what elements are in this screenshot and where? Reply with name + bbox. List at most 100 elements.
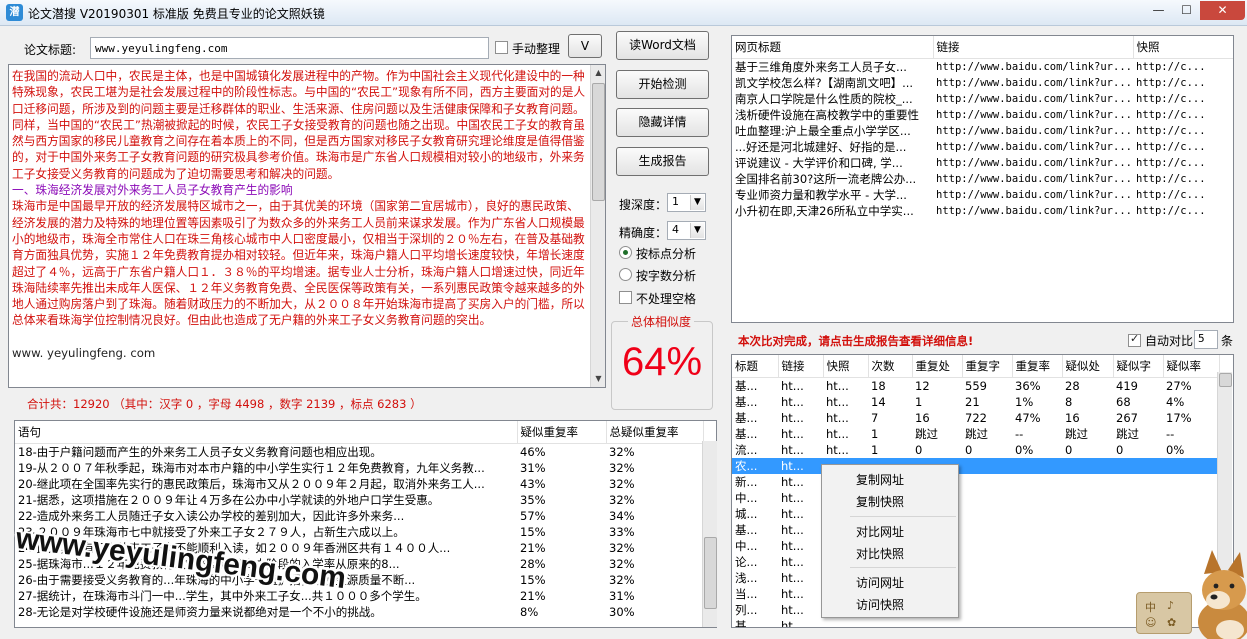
col-header[interactable]: 快照	[1133, 36, 1233, 59]
result-row[interactable]: 新... ht...	[732, 474, 1219, 490]
start-check-button[interactable]: 开始检测	[616, 70, 709, 99]
toolbox-item[interactable]: 中	[1145, 599, 1156, 615]
maximize-button[interactable]: ☐	[1173, 1, 1200, 20]
result-cell	[1012, 618, 1062, 627]
article-scrollbar[interactable]: ▲ ▼	[590, 65, 605, 387]
col-header[interactable]: 链接	[933, 36, 1134, 59]
result-cell: 4%	[1166, 395, 1185, 409]
scroll-down-icon[interactable]: ▼	[591, 371, 606, 386]
col-header[interactable]: 网页标题	[732, 36, 934, 59]
sentence-row[interactable]: 26-由于需要接受义务教育的...年珠海的中小学一直扩招，致使生源质量不断...…	[15, 572, 703, 588]
menu-compare-url[interactable]: 对比网址	[856, 523, 904, 540]
flower-icon[interactable]: ✿	[1167, 616, 1176, 629]
col-header[interactable]: 链接	[778, 355, 824, 378]
webpage-row[interactable]: 南京人口学院是什么性质的院校_... http://www.baidu.com/l…	[732, 91, 1233, 107]
result-row[interactable]: 流... ht... ht... 1 0 0 0% 0 0 0%	[732, 442, 1219, 458]
sentence-row[interactable]: 19-从２００７年秋季起，珠海市对本市户籍的中小学生实行１２年免费教育，九年义务…	[15, 460, 703, 476]
col-header[interactable]: 次数	[868, 355, 913, 378]
col-header[interactable]: 疑似处	[1062, 355, 1114, 378]
result-row[interactable]: 浅... ht...	[732, 570, 1219, 586]
rate-cell: 32%	[609, 461, 635, 475]
webpage-row[interactable]: 凯文学校怎么样?【湖南凯文吧】... http://www.baidu.com/l…	[732, 75, 1233, 91]
result-cell: --	[1166, 427, 1175, 441]
ime-toolbox[interactable]: 中 ♪ ☺ ✿	[1136, 592, 1192, 634]
webpage-row[interactable]: 浅析硬件设施在高校教学中的重要性 http://www.baidu.com/lin…	[732, 107, 1233, 123]
sentence-scrollbar[interactable]	[702, 441, 717, 627]
article-text[interactable]: 在我国的流动人口中，农民是主体，也是中国城镇化发展进程中的产物。作为中国社会主义…	[10, 66, 590, 386]
auto-compare-count[interactable]: 5	[1194, 330, 1218, 349]
scroll-thumb[interactable]	[592, 83, 605, 201]
scroll-up-icon[interactable]: ▲	[591, 65, 606, 80]
webpage-row[interactable]: 全国排名前30?这所一流老牌公办... http://www.baidu.com/…	[732, 171, 1233, 187]
by-char-radio[interactable]	[619, 268, 632, 281]
minimize-button[interactable]: —	[1145, 1, 1172, 20]
col-header[interactable]: 快照	[823, 355, 869, 378]
webpage-row[interactable]: 基于三维角度外来务工人员子女... http://www.baidu.com/li…	[732, 59, 1233, 76]
app-icon: 潜	[6, 4, 23, 21]
music-icon[interactable]: ♪	[1167, 599, 1174, 612]
by-punct-radio[interactable]	[619, 246, 632, 259]
result-row[interactable]: 基... ht...	[732, 522, 1219, 538]
scroll-thumb[interactable]	[1219, 373, 1232, 387]
title-input[interactable]: www.yeyulingfeng.com	[90, 37, 489, 59]
read-word-button[interactable]: 读Word文档	[616, 31, 709, 60]
result-row[interactable]: 中... ht...	[732, 490, 1219, 506]
link-cell: http://www.baidu.com/link?ur...	[936, 61, 1132, 73]
result-row[interactable]: 基... ht... ht... 14 1 21 1% 8 68 4%	[732, 394, 1219, 410]
manual-checkbox[interactable]	[495, 41, 508, 54]
col-header[interactable]: 重复率	[1012, 355, 1063, 378]
col-header[interactable]: 疑似率	[1163, 355, 1220, 378]
menu-compare-snapshot[interactable]: 对比快照	[856, 545, 904, 562]
no-space-checkbox[interactable]	[619, 291, 632, 304]
result-row[interactable]: 基... ht... ht... 1 跳过 跳过 -- 跳过 跳过 --	[732, 426, 1219, 442]
webpage-row[interactable]: 吐血整理:沪上最全重点小学学区... http://www.baidu.com/l…	[732, 123, 1233, 139]
rate-cell: 21%	[520, 589, 546, 603]
webpage-row[interactable]: 评说建议 - 大学评价和口碑, 学... http://www.baidu.com…	[732, 155, 1233, 171]
sentence-row[interactable]: 21-据悉，这项措施在２００９年让４万多在公办中小学就读的外地户口学生受惠。 35…	[15, 492, 703, 508]
page-title-cell: 浅析硬件设施在高校教学中的重要性	[735, 108, 919, 122]
scroll-thumb[interactable]	[704, 537, 717, 609]
snapshot-cell: http://c...	[1136, 93, 1206, 105]
result-row[interactable]: 中... ht...	[732, 538, 1219, 554]
menu-visit-snapshot[interactable]: 访问快照	[856, 596, 904, 613]
webpage-table[interactable]: 网页标题 链接 快照 基于三维角度外来务工人员子女... http://www.b…	[731, 35, 1234, 323]
webpage-row[interactable]: 小升初在即,天津26所私立中学实... http://www.baidu.com/…	[732, 203, 1233, 219]
webpage-row[interactable]: ...好还是河北城建好、好指的是... http://www.baidu.com/…	[732, 139, 1233, 155]
col-header[interactable]: 总疑似重复率	[606, 421, 704, 444]
title-dropdown-button[interactable]: V	[568, 34, 602, 58]
menu-copy-url[interactable]: 复制网址	[856, 471, 904, 488]
col-header[interactable]: 疑似字	[1113, 355, 1164, 378]
generate-report-button[interactable]: 生成报告	[616, 147, 709, 176]
col-header[interactable]: 疑似重复率	[517, 421, 607, 444]
rate-cell: 31%	[609, 589, 635, 603]
col-header[interactable]: 重复处	[912, 355, 963, 378]
col-header[interactable]: 语句	[15, 421, 518, 444]
depth-select[interactable]: 1 ▼	[667, 193, 706, 212]
close-button[interactable]: ✕	[1200, 1, 1245, 20]
sentence-row[interactable]: 28-无论是对学校硬件设施还是师资力量来说都绝对是一个不小的挑战。 8% 30%	[15, 604, 703, 620]
sentence-row[interactable]: 20-继此项在全国率先实行的惠民政策后，珠海市又从２００９年２月起，取消外来务工…	[15, 476, 703, 492]
sentence-row[interactable]: 22-造成外来务工人员随迁子女入读公办学校的差别加大，因此许多外来务... 57%…	[15, 508, 703, 524]
rate-cell: 15%	[520, 573, 546, 587]
result-row[interactable]: 城... ht...	[732, 506, 1219, 522]
hide-detail-button[interactable]: 隐藏详情	[616, 108, 709, 137]
smile-icon[interactable]: ☺	[1145, 616, 1156, 629]
precision-select[interactable]: 4 ▼	[667, 221, 706, 240]
result-row[interactable]: 论... ht...	[732, 554, 1219, 570]
result-row[interactable]: 基... ht... ht... 18 12 559 36% 28 419 27%	[732, 378, 1219, 395]
sentence-row[interactable]: 18-由于户籍问题而产生的外来务工人员子女义务教育问题也相应出现。 46% 32%	[15, 444, 703, 461]
result-cell: 1	[871, 443, 879, 457]
col-header[interactable]: 重复字	[962, 355, 1013, 378]
menu-visit-url[interactable]: 访问网址	[856, 574, 904, 591]
menu-copy-snapshot[interactable]: 复制快照	[856, 493, 904, 510]
auto-compare-checkbox[interactable]	[1128, 332, 1141, 347]
result-cell: 7	[871, 411, 879, 425]
sentence-row[interactable]: 27-据统计，在珠海市斗门一中...学生，其中外来工子女...共１０００多个学生…	[15, 588, 703, 604]
result-row[interactable]: 基... ht... ht... 7 16 722 47% 16 267 17%	[732, 410, 1219, 426]
result-row[interactable]: 农... ht...	[732, 458, 1219, 474]
col-header[interactable]: 标题	[732, 355, 779, 378]
result-cell: 36%	[1015, 379, 1041, 393]
sentence-table[interactable]: 语句 疑似重复率 总疑似重复率 18-由于户籍问题而产生的外来务工人员子女义务教…	[14, 420, 717, 628]
results-table[interactable]: 标题 链接 快照 次数 重复处 重复字 重复率 疑似处 疑似字 疑似率 基... ht... ht..…	[731, 354, 1234, 628]
webpage-row[interactable]: 专业师资力量和教学水平 - 大学... http://www.baidu.com/…	[732, 187, 1233, 203]
